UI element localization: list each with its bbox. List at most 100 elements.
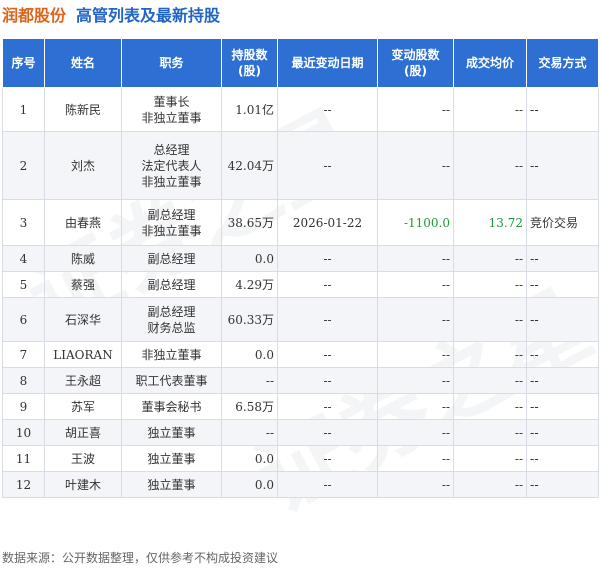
- average-price: --: [453, 445, 527, 472]
- col-change-date-header: 最近变动日期: [277, 38, 378, 88]
- trade-method: --: [526, 297, 599, 342]
- trade-method: --: [526, 271, 599, 298]
- average-price: --: [453, 271, 527, 298]
- executive-name: 叶建木: [44, 471, 122, 498]
- page-title: 润都股份 高管列表及最新持股: [2, 2, 220, 30]
- table-row: 11 王波 独立董事 0.0 -- -- -- --: [2, 445, 599, 472]
- row-index: 2: [2, 131, 45, 200]
- average-price: --: [453, 367, 527, 394]
- row-index: 8: [2, 367, 45, 394]
- executive-name: 王永超: [44, 367, 122, 394]
- table-row: 7 LIAORAN 非独立董事 0.0 -- -- -- --: [2, 341, 599, 368]
- executive-position: 副总经理 非独立董事: [121, 199, 222, 246]
- trade-method: --: [526, 341, 599, 368]
- data-source-note: 数据来源：公开数据整理，仅供参考不构成投资建议: [2, 551, 279, 565]
- executive-position: 独立董事: [121, 445, 222, 472]
- col-index-header: 序号: [2, 38, 45, 88]
- table-row: 10 胡正喜 独立董事 -- -- -- -- --: [2, 419, 599, 446]
- table-row: 4 陈威 副总经理 0.0 -- -- -- --: [2, 245, 599, 272]
- executive-name: 蔡强: [44, 271, 122, 298]
- last-change-date: --: [277, 393, 378, 420]
- shares-held: --: [221, 367, 278, 394]
- executive-name: LIAORAN: [44, 341, 122, 368]
- table-row: 2 刘杰 总经理 法定代表人 非独立董事 42.04万 -- -- -- --: [2, 131, 599, 200]
- executive-name: 陈威: [44, 245, 122, 272]
- row-index: 11: [2, 445, 45, 472]
- last-change-date: --: [277, 131, 378, 200]
- col-name-header: 姓名: [44, 38, 122, 88]
- trade-method: 竞价交易: [526, 199, 599, 246]
- average-price: --: [453, 393, 527, 420]
- executive-position: 独立董事: [121, 419, 222, 446]
- change-shares: --: [377, 271, 454, 298]
- average-price: --: [453, 131, 527, 200]
- last-change-date: --: [277, 271, 378, 298]
- average-price: 13.72: [453, 199, 527, 246]
- row-index: 10: [2, 419, 45, 446]
- trade-method: --: [526, 245, 599, 272]
- executive-position: 职工代表董事: [121, 367, 222, 394]
- shares-held: --: [221, 419, 278, 446]
- col-position-header: 职务: [121, 38, 222, 88]
- change-shares: --: [377, 245, 454, 272]
- executive-name: 王波: [44, 445, 122, 472]
- last-change-date: --: [277, 245, 378, 272]
- last-change-date: --: [277, 297, 378, 342]
- row-index: 9: [2, 393, 45, 420]
- executive-name: 胡正喜: [44, 419, 122, 446]
- executive-holdings-table: 序号 姓名 职务 持股数 (股) 最近变动日期 变动股数 (股) 成交均价 交易方式 1 陈新民 董事…: [2, 38, 599, 498]
- executive-name: 刘杰: [44, 131, 122, 200]
- shares-held: 38.65万: [221, 199, 278, 246]
- stock-name: 润都股份: [2, 6, 67, 25]
- col-trade-method-header: 交易方式: [526, 38, 599, 88]
- shares-held: 0.0: [221, 471, 278, 498]
- change-shares: --: [377, 87, 454, 132]
- executive-position: 副总经理: [121, 245, 222, 272]
- row-index: 12: [2, 471, 45, 498]
- change-shares: --: [377, 341, 454, 368]
- executive-position: 非独立董事: [121, 341, 222, 368]
- change-shares: --: [377, 471, 454, 498]
- average-price: --: [453, 87, 527, 132]
- table-row: 5 蔡强 副总经理 4.29万 -- -- -- --: [2, 271, 599, 298]
- trade-method: --: [526, 131, 599, 200]
- change-shares: --: [377, 131, 454, 200]
- trade-method: --: [526, 471, 599, 498]
- executive-name: 石深华: [44, 297, 122, 342]
- shares-held: 6.58万: [221, 393, 278, 420]
- change-shares: --: [377, 367, 454, 394]
- table-row: 6 石深华 副总经理 财务总监 60.33万 -- -- -- --: [2, 297, 599, 342]
- trade-method: --: [526, 419, 599, 446]
- executive-position: 独立董事: [121, 471, 222, 498]
- last-change-date: --: [277, 87, 378, 132]
- change-shares: --: [377, 445, 454, 472]
- table-row: 3 由春燕 副总经理 非独立董事 38.65万 2026-01-22 -1100.0 13.7…: [2, 199, 599, 246]
- last-change-date: --: [277, 419, 378, 446]
- average-price: --: [453, 297, 527, 342]
- average-price: --: [453, 471, 527, 498]
- trade-method: --: [526, 367, 599, 394]
- shares-held: 0.0: [221, 341, 278, 368]
- last-change-date: --: [277, 341, 378, 368]
- executive-position: 总经理 法定代表人 非独立董事: [121, 131, 222, 200]
- executive-name: 陈新民: [44, 87, 122, 132]
- col-shares-header: 持股数 (股): [221, 38, 278, 88]
- table-header-row: 序号 姓名 职务 持股数 (股) 最近变动日期 变动股数 (股) 成交均价 交易方式: [2, 38, 599, 88]
- shares-held: 0.0: [221, 445, 278, 472]
- executive-position: 副总经理 财务总监: [121, 297, 222, 342]
- col-avg-price-header: 成交均价: [453, 38, 527, 88]
- row-index: 6: [2, 297, 45, 342]
- col-change-shares-header: 变动股数 (股): [377, 38, 454, 88]
- executive-position: 副总经理: [121, 271, 222, 298]
- shares-held: 60.33万: [221, 297, 278, 342]
- table-row: 12 叶建木 独立董事 0.0 -- -- -- --: [2, 471, 599, 498]
- shares-held: 1.01亿: [221, 87, 278, 132]
- table-row: 8 王永超 职工代表董事 -- -- -- -- --: [2, 367, 599, 394]
- shares-held: 42.04万: [221, 131, 278, 200]
- table-row: 9 苏军 董事会秘书 6.58万 -- -- -- --: [2, 393, 599, 420]
- executive-position: 董事长 非独立董事: [121, 87, 222, 132]
- shares-held: 4.29万: [221, 271, 278, 298]
- last-change-date: --: [277, 471, 378, 498]
- last-change-date: 2026-01-22: [277, 199, 378, 246]
- change-shares: -1100.0: [377, 199, 454, 246]
